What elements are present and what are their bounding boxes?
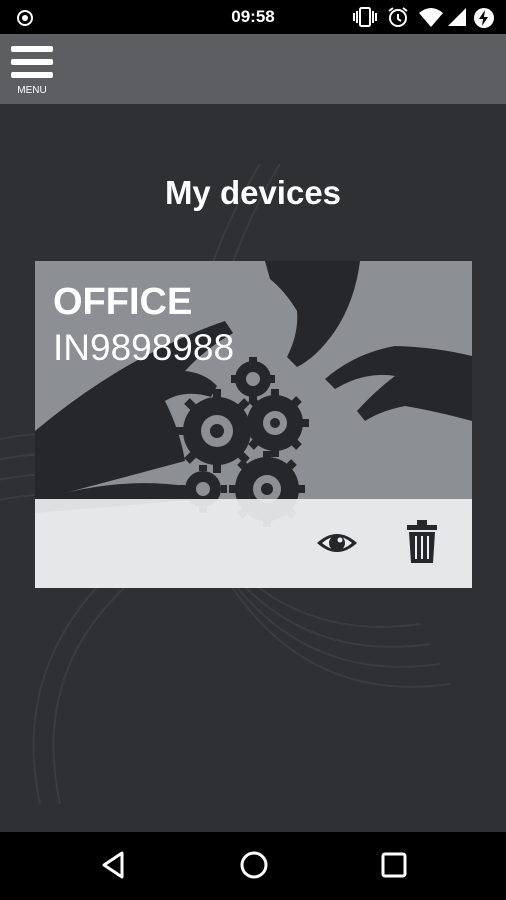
- device-name: OFFICE: [53, 281, 193, 323]
- back-icon[interactable]: [100, 850, 128, 880]
- device-card[interactable]: OFFICE IN9898988: [35, 261, 472, 588]
- main-content: My devices OFFICE IN9898988: [0, 104, 506, 832]
- eye-icon[interactable]: [315, 523, 359, 563]
- device-id: IN9898988: [53, 327, 235, 368]
- app-bar: MENU: [0, 34, 506, 104]
- hamburger-icon-line: [11, 59, 53, 65]
- menu-label: MENU: [17, 85, 47, 96]
- battery-charging-icon: [474, 8, 494, 28]
- card-action-bar: [35, 499, 472, 588]
- signal-icon: [448, 8, 466, 26]
- wifi-icon: [419, 8, 443, 27]
- recents-icon[interactable]: [380, 850, 408, 880]
- status-bar: 09:58: [0, 0, 506, 34]
- hamburger-icon-line: [11, 72, 53, 78]
- hamburger-icon: [11, 46, 53, 52]
- home-icon[interactable]: [239, 850, 269, 880]
- menu-button[interactable]: MENU: [8, 42, 56, 98]
- alarm-icon: [388, 7, 408, 27]
- trash-icon[interactable]: [405, 519, 439, 565]
- page-title: My devices: [164, 174, 342, 211]
- vibrate-icon: [353, 7, 377, 27]
- system-nav-bar: [0, 832, 506, 900]
